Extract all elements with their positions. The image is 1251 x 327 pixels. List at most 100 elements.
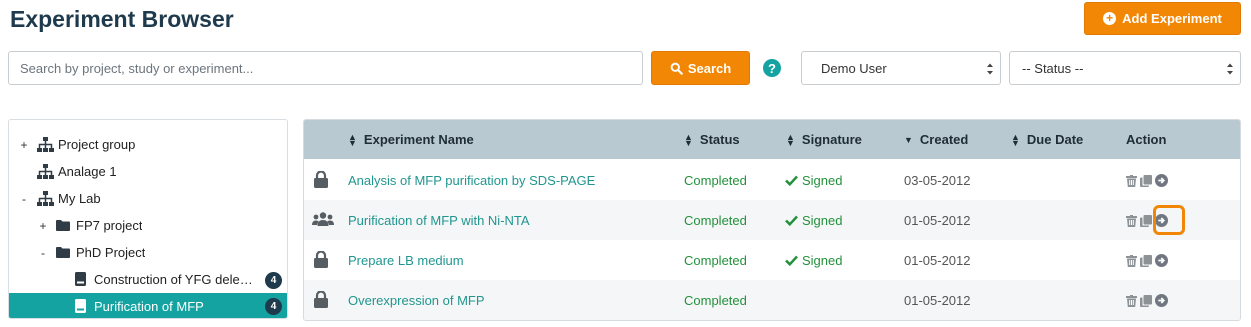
open-arrow-icon[interactable]	[1155, 294, 1168, 307]
sort-icon: ▲ ▼	[348, 131, 357, 148]
status-text: Completed	[684, 213, 747, 228]
expand-toggle[interactable]: +	[19, 138, 29, 152]
sort-desc-icon: ▼	[904, 134, 913, 145]
folder-icon	[56, 220, 70, 231]
tree-item-project-group[interactable]: + Project group	[9, 132, 287, 157]
check-icon	[785, 175, 798, 186]
check-icon	[785, 215, 798, 226]
lock-icon	[314, 251, 328, 268]
select-caret-icon	[1227, 63, 1233, 75]
user-select[interactable]: Demo User	[801, 51, 1001, 85]
copy-icon[interactable]	[1140, 214, 1152, 227]
collapse-toggle[interactable]: -	[38, 246, 48, 260]
tree-item-label: Analage 1	[58, 164, 117, 179]
tree-item-purification-mfp[interactable]: Purification of MFP 4	[9, 293, 287, 318]
row-actions	[1126, 254, 1168, 267]
trash-icon[interactable]	[1126, 214, 1137, 227]
experiment-name-link[interactable]: Overexpression of MFP	[348, 293, 485, 308]
tree-item-label: PhD Project	[76, 245, 146, 260]
hierarchy-icon	[37, 191, 54, 206]
page-title: Experiment Browser	[10, 6, 234, 32]
sort-icon: ▲ ▼	[684, 131, 693, 148]
action-highlight	[1153, 205, 1185, 235]
tree-item-phd-project[interactable]: - PhD Project	[9, 240, 287, 265]
count-badge: 4	[265, 298, 282, 315]
tree-item-analage-1[interactable]: Analage 1	[9, 159, 287, 184]
search-icon	[670, 62, 683, 75]
trash-icon[interactable]	[1126, 174, 1137, 187]
tree-item-label: Project group	[58, 137, 136, 152]
sort-icon: ▲ ▼	[786, 131, 795, 148]
check-icon	[785, 255, 798, 266]
created-date: 03-05-2012	[904, 173, 971, 188]
hierarchy-icon	[37, 164, 54, 179]
status-text: Completed	[684, 253, 747, 268]
tree-item-fp7-project[interactable]: + FP7 project	[9, 213, 287, 238]
copy-icon[interactable]	[1140, 254, 1152, 267]
row-actions	[1126, 294, 1168, 307]
row-actions	[1126, 174, 1168, 187]
status-select[interactable]: -- Status --	[1009, 51, 1241, 85]
table-row[interactable]: Overexpression of MFP Completed 01-05-20…	[304, 280, 1240, 320]
table-row[interactable]: Prepare LB medium Completed Signed 01-05…	[304, 240, 1240, 280]
tree-item-construction-yfg[interactable]: Construction of YFG deletion 4	[9, 267, 287, 292]
experiment-name-link[interactable]: Analysis of MFP purification by SDS-PAGE	[348, 173, 595, 188]
column-header-name[interactable]: ▲ ▼ Experiment Name	[348, 132, 474, 147]
plus-circle-icon: +	[1103, 12, 1117, 25]
signature-status: Signed	[785, 253, 842, 268]
add-experiment-button[interactable]: + Add Experiment	[1084, 2, 1241, 35]
column-header-created[interactable]: ▼ Created	[904, 132, 968, 147]
status-text: Completed	[684, 173, 747, 188]
column-header-label: Created	[919, 132, 969, 147]
signature-status: Signed	[785, 213, 842, 228]
notebook-icon	[75, 272, 86, 286]
search-input[interactable]	[8, 51, 643, 85]
lock-icon	[314, 171, 328, 188]
help-icon-glyph: ?	[768, 60, 776, 76]
signature-label: Signed	[802, 213, 843, 228]
tree-item-label: My Lab	[58, 191, 101, 206]
project-tree: + Project group Analage 1 - My Lab + FP7…	[8, 119, 288, 319]
copy-icon[interactable]	[1140, 294, 1152, 307]
notebook-icon	[75, 299, 86, 313]
table-row[interactable]: Purification of MFP with Ni-NTA Complete…	[304, 200, 1240, 240]
lock-icon	[314, 291, 328, 308]
experiment-name-link[interactable]: Purification of MFP with Ni-NTA	[348, 213, 530, 228]
signature-label: Signed	[802, 253, 843, 268]
search-button[interactable]: Search	[651, 51, 750, 85]
table-row[interactable]: Analysis of MFP purification by SDS-PAGE…	[304, 160, 1240, 200]
status-select-value: -- Status --	[1022, 60, 1084, 76]
copy-icon[interactable]	[1140, 174, 1152, 187]
user-select-value: Demo User	[821, 60, 887, 76]
column-header-label: Experiment Name	[363, 132, 474, 147]
created-date: 01-05-2012	[904, 213, 971, 228]
help-icon[interactable]: ?	[763, 59, 781, 77]
column-header-label: Action	[1126, 132, 1167, 147]
users-icon	[312, 212, 334, 226]
column-header-label: Status	[699, 132, 740, 147]
column-header-due-date[interactable]: ▲ ▼ Due Date	[1011, 132, 1083, 147]
open-arrow-icon[interactable]	[1155, 174, 1168, 187]
trash-icon[interactable]	[1126, 294, 1137, 307]
experiment-name-link[interactable]: Prepare LB medium	[348, 253, 464, 268]
tree-item-my-lab[interactable]: - My Lab	[9, 186, 287, 211]
status-text: Completed	[684, 293, 747, 308]
hierarchy-icon	[37, 137, 54, 152]
signature-status: Signed	[785, 173, 842, 188]
open-arrow-icon[interactable]	[1155, 254, 1168, 267]
experiments-table: ▲ ▼ Experiment Name ▲ ▼ Status ▲ ▼ Signatur…	[303, 119, 1241, 321]
tree-item-label: Purification of MFP	[94, 299, 204, 314]
add-experiment-label: Add Experiment	[1122, 11, 1222, 26]
folder-icon	[56, 247, 70, 258]
table-header: ▲ ▼ Experiment Name ▲ ▼ Status ▲ ▼ Signatur…	[304, 120, 1240, 159]
created-date: 01-05-2012	[904, 253, 971, 268]
trash-icon[interactable]	[1126, 254, 1137, 267]
collapse-toggle[interactable]: -	[19, 192, 29, 206]
expand-toggle[interactable]: +	[38, 219, 48, 233]
column-header-label: Signature	[801, 132, 862, 147]
column-header-action: Action	[1126, 132, 1166, 147]
signature-label: Signed	[802, 173, 843, 188]
column-header-label: Due Date	[1026, 132, 1084, 147]
column-header-status[interactable]: ▲ ▼ Status	[684, 132, 740, 147]
column-header-signature[interactable]: ▲ ▼ Signature	[786, 132, 862, 147]
